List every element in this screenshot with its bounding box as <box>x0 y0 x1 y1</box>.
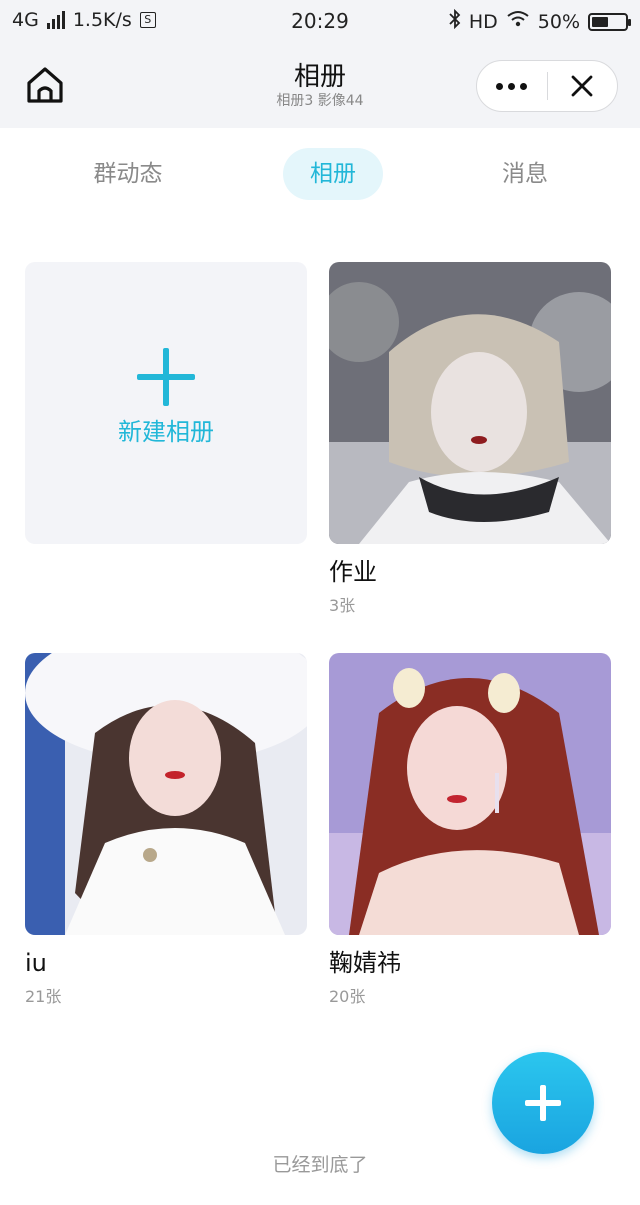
album-count: 20张 <box>329 987 366 1006</box>
new-album-button[interactable]: 新建相册 <box>25 262 307 544</box>
album-cover <box>25 653 307 935</box>
status-bar: 4G 1.5K/s S 20:29 HD 50% <box>0 0 640 44</box>
more-button[interactable] <box>477 60 547 112</box>
battery-fill <box>592 16 608 27</box>
tab-albums[interactable]: 相册 <box>283 148 383 200</box>
more-dot <box>520 82 528 90</box>
close-icon <box>571 75 593 97</box>
tab-group-feed[interactable]: 群动态 <box>68 148 188 200</box>
close-button[interactable] <box>548 60 618 112</box>
album-count: 21张 <box>25 987 62 1006</box>
album-card[interactable]: 鞠婧祎 20张 <box>329 653 611 1007</box>
album-card[interactable]: iu 21张 <box>25 653 307 1007</box>
new-album-label: 新建相册 <box>118 418 214 446</box>
album-name: 鞠婧祎 <box>329 949 401 977</box>
album-card[interactable]: 作业 3张 <box>329 262 611 616</box>
tab-messages[interactable]: 消息 <box>475 148 575 200</box>
add-fab-button[interactable] <box>492 1052 594 1154</box>
tab-bar: 群动态 相册 消息 <box>0 128 640 218</box>
more-dot <box>508 82 516 90</box>
more-dot <box>496 82 504 90</box>
album-name: 作业 <box>329 558 377 586</box>
album-cover <box>329 262 611 544</box>
album-count: 3张 <box>329 596 356 615</box>
album-name: iu <box>25 949 47 977</box>
bluetooth-icon <box>449 8 461 34</box>
battery-percent: 50% <box>537 10 580 33</box>
nav-bar: 相册 相册3 影像44 <box>0 44 640 128</box>
hd-label: HD <box>468 10 498 33</box>
wifi-icon <box>506 10 530 33</box>
status-right: HD 50% <box>449 8 631 34</box>
mini-program-capsule <box>476 60 618 112</box>
album-cover <box>329 653 611 935</box>
battery-icon <box>588 12 631 31</box>
end-of-list-text: 已经到底了 <box>272 1154 368 1176</box>
